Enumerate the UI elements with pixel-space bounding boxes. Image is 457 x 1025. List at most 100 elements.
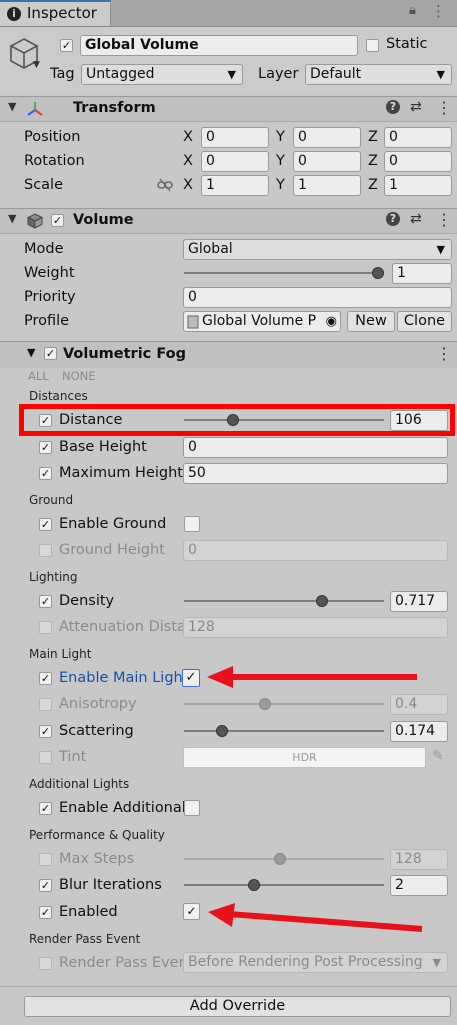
ground-height-override-checkbox[interactable] (39, 544, 52, 557)
icon-dropdown-icon[interactable]: ▼ (33, 60, 40, 70)
enabled-label: Enabled (59, 904, 118, 920)
layer-value: Default (310, 66, 362, 82)
scattering-field[interactable]: 0.174 (390, 721, 448, 742)
foldout-arrow-icon[interactable]: ▼ (8, 100, 16, 113)
blur-iterations-slider-handle[interactable] (247, 879, 260, 891)
lock-icon[interactable]: 🔒︎ (409, 3, 416, 18)
object-name-field[interactable]: Global Volume (80, 35, 358, 56)
volume-header[interactable]: ▼ ✓ Volume ? ⇄ ⋮ (0, 208, 457, 234)
eyedropper-icon[interactable]: ✎ (432, 748, 444, 764)
blur-iterations-override-checkbox[interactable]: ✓ (39, 879, 52, 892)
group-ground: Ground (29, 493, 74, 507)
max-steps-override-checkbox[interactable] (39, 853, 52, 866)
preset-icon[interactable]: ⇄ (410, 99, 422, 115)
group-main-light: Main Light (29, 647, 92, 661)
tag-dropdown[interactable]: Untagged ▼ (81, 64, 243, 85)
transform-header[interactable]: ▼ Transform ? ⇄ ⋮ (0, 96, 457, 122)
component-menu-icon[interactable]: ⋮ (436, 344, 452, 363)
new-button[interactable]: New (347, 311, 395, 332)
position-label: Position (24, 129, 81, 145)
attenuation-field[interactable]: 128 (183, 617, 448, 638)
weight-slider-handle[interactable] (372, 267, 384, 279)
foldout-arrow-icon[interactable]: ▼ (27, 346, 35, 359)
rotation-z-field[interactable]: 0 (384, 151, 452, 172)
layer-dropdown[interactable]: Default ▼ (305, 64, 452, 85)
add-override-button[interactable]: Add Override (24, 996, 451, 1017)
scattering-slider-handle[interactable] (215, 725, 228, 737)
tint-override-checkbox[interactable] (39, 751, 52, 764)
object-picker-icon[interactable]: ◉ (326, 312, 337, 331)
none-toggle[interactable]: NONE (62, 369, 96, 383)
base-height-override-checkbox[interactable]: ✓ (39, 441, 52, 454)
volume-enabled-checkbox[interactable]: ✓ (51, 214, 64, 227)
density-slider-handle[interactable] (315, 595, 328, 607)
scale-y-field[interactable]: 1 (293, 175, 361, 196)
position-x-field[interactable]: 0 (201, 127, 269, 148)
render-pass-dropdown[interactable]: Before Rendering Post Processing ▼ (183, 952, 448, 973)
help-icon[interactable]: ? (386, 212, 400, 226)
attenuation-override-checkbox[interactable] (39, 621, 52, 634)
enable-main-light-label: Enable Main Ligh (59, 670, 183, 686)
enabled-override-checkbox[interactable]: ✓ (39, 906, 52, 919)
scattering-slider-track[interactable] (184, 730, 384, 732)
enable-additional-override-checkbox[interactable]: ✓ (39, 802, 52, 815)
ground-height-field[interactable]: 0 (183, 540, 448, 561)
enable-ground-override-checkbox[interactable]: ✓ (39, 518, 52, 531)
clone-button[interactable]: Clone (397, 311, 452, 332)
max-steps-field[interactable]: 128 (390, 849, 448, 870)
preset-icon[interactable]: ⇄ (410, 211, 422, 227)
fog-header[interactable]: ▼ ✓ Volumetric Fog ⋮ (0, 341, 457, 368)
rotation-y-field[interactable]: 0 (293, 151, 361, 172)
rotation-x-field[interactable]: 0 (201, 151, 269, 172)
blur-iterations-slider-track[interactable] (184, 884, 384, 886)
weight-field[interactable]: 1 (392, 263, 452, 284)
foldout-arrow-icon[interactable]: ▼ (8, 212, 16, 225)
tab-inspector[interactable]: i Inspector (0, 0, 111, 26)
anisotropy-field[interactable]: 0.4 (390, 694, 448, 715)
anisotropy-override-checkbox[interactable] (39, 698, 52, 711)
max-height-label: Maximum Height (59, 465, 183, 481)
scattering-override-checkbox[interactable]: ✓ (39, 725, 52, 738)
tab-menu-icon[interactable]: ⋮ (431, 2, 446, 20)
density-slider-track[interactable] (184, 600, 384, 602)
scale-z-label: Z (368, 177, 378, 193)
tint-color-field[interactable]: HDR (183, 747, 426, 768)
component-menu-icon[interactable]: ⋮ (436, 210, 452, 229)
density-override-checkbox[interactable]: ✓ (39, 595, 52, 608)
enable-ground-checkbox[interactable] (184, 516, 200, 532)
help-icon[interactable]: ? (386, 100, 400, 114)
red-arrow-annotation (208, 903, 423, 932)
priority-field[interactable]: 0 (183, 287, 452, 308)
position-y-field[interactable]: 0 (293, 127, 361, 148)
tag-value: Untagged (86, 66, 155, 82)
profile-field[interactable]: Global Volume P ◉ (183, 311, 341, 332)
max-steps-slider-handle[interactable] (274, 853, 287, 865)
density-field[interactable]: 0.717 (390, 591, 448, 612)
mode-dropdown[interactable]: Global ▼ (183, 239, 452, 260)
anisotropy-slider-track[interactable] (184, 703, 384, 705)
static-label: Static (386, 36, 428, 52)
scale-z-field[interactable]: 1 (384, 175, 452, 196)
blur-iterations-field[interactable]: 2 (390, 875, 448, 896)
scale-y-label: Y (276, 177, 285, 193)
enable-additional-checkbox[interactable] (184, 800, 200, 816)
anisotropy-slider-handle[interactable] (259, 698, 272, 710)
scale-x-field[interactable]: 1 (201, 175, 269, 196)
weight-slider-track[interactable] (184, 272, 384, 274)
static-checkbox[interactable] (366, 39, 379, 52)
active-checkbox[interactable]: ✓ (60, 39, 73, 52)
enabled-checkbox[interactable]: ✓ (183, 903, 200, 920)
all-toggle[interactable]: ALL (28, 369, 49, 383)
max-steps-label: Max Steps (59, 851, 135, 867)
enable-main-light-override-checkbox[interactable]: ✓ (39, 672, 52, 685)
max-height-override-checkbox[interactable]: ✓ (39, 467, 52, 480)
fog-title: Volumetric Fog (63, 346, 186, 362)
position-z-field[interactable]: 0 (384, 127, 452, 148)
scale-link-icon[interactable] (157, 178, 173, 192)
enable-main-light-checkbox[interactable]: ✓ (182, 669, 200, 687)
base-height-field[interactable]: 0 (183, 437, 448, 458)
max-height-field[interactable]: 50 (183, 463, 448, 484)
component-menu-icon[interactable]: ⋮ (436, 98, 452, 117)
fog-enabled-checkbox[interactable]: ✓ (44, 347, 57, 360)
render-pass-override-checkbox[interactable] (39, 957, 52, 970)
